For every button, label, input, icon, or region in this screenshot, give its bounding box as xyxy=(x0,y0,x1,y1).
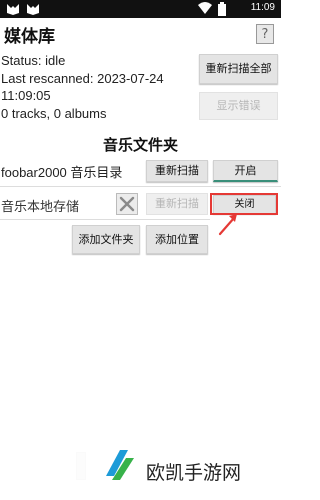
row-divider xyxy=(0,186,281,187)
remove-folder-button[interactable] xyxy=(116,193,138,215)
page-title: 媒体库 xyxy=(4,27,55,47)
wifi-icon xyxy=(198,2,212,14)
section-title: 音乐文件夹 xyxy=(102,136,178,154)
clock-time: 11:09 xyxy=(250,2,275,13)
row-divider xyxy=(0,219,210,220)
rescan-folder-button[interactable]: 重新扫描 xyxy=(146,160,208,182)
app-logo-icon xyxy=(27,4,39,15)
pointer-arrow-icon xyxy=(218,214,237,236)
watermark-text: 欧凯手游网 xyxy=(146,462,242,484)
folder-name: foobar2000 音乐目录 xyxy=(1,165,123,180)
help-button[interactable]: ? xyxy=(256,24,274,44)
app-logo-icon xyxy=(7,4,19,15)
folder-toggle-button[interactable]: 开启 xyxy=(213,160,278,182)
library-counts: 0 tracks, 0 albums xyxy=(1,106,107,121)
last-rescanned-time: 11:09:05 xyxy=(1,88,51,103)
status-bar: 11:09 xyxy=(0,0,281,18)
rescan-folder-button[interactable]: 重新扫描 xyxy=(146,193,208,215)
last-rescanned-text: Last rescanned: 2023-07-24 xyxy=(1,71,164,86)
rescan-all-button[interactable]: 重新扫描全部 xyxy=(199,54,278,84)
folder-name: 音乐本地存储 xyxy=(1,199,80,214)
show-errors-button[interactable]: 显示错误 xyxy=(199,92,278,120)
add-folder-button[interactable]: 添加文件夹 xyxy=(72,225,140,254)
close-icon xyxy=(119,196,135,212)
watermark-logo-icon xyxy=(106,450,134,480)
status-text: Status: idle xyxy=(1,53,66,68)
add-location-button[interactable]: 添加位置 xyxy=(146,225,208,254)
battery-icon xyxy=(218,2,226,16)
